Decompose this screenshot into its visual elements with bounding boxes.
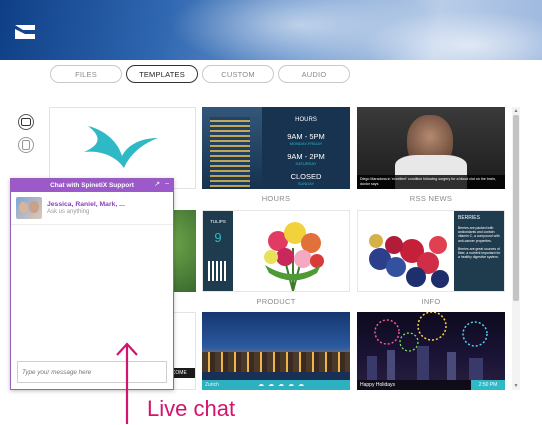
holiday-time: 2:50 PM [471,380,505,390]
qr-code-icon [208,261,228,281]
hours-row-3-days: SUNDAY [297,181,315,186]
scroll-down-icon[interactable]: ▼ [513,383,519,389]
template-tile-zurich[interactable]: Zurich ☁☁☁☁☁ [202,312,350,390]
product-sidebar: TULIPS 9 [203,211,233,291]
tab-custom[interactable]: CUSTOM [202,65,274,83]
template-tile-rss-news[interactable]: Diego Maradona in 'excellent' condition … [357,107,505,189]
agents-avatar [16,197,42,219]
portrait-icon [22,140,30,150]
live-chat-widget: Chat with SpinetiX Support ↗ – Jessica, … [10,178,174,390]
chat-controls: ↗ – [154,180,169,188]
berries-image [369,234,449,288]
chat-title: Chat with SpinetiX Support [50,182,134,189]
rss-news-label: RSS NEWS [409,194,453,203]
annotation-arrow-icon [116,342,138,424]
product-name: TULIPS [210,219,226,224]
scrollbar-thumb[interactable] [513,115,519,301]
zurich-skyline [202,352,350,372]
avatar-face [19,202,28,213]
spinetix-logo-icon[interactable] [14,24,36,40]
hours-label: HOURS [261,194,291,203]
agent-names: Jessica, Raniel, Mark, ... [47,201,125,208]
chat-agents: Jessica, Raniel, Mark, ... Ask us anythi… [11,192,173,225]
portrait-view-button[interactable] [18,137,34,153]
tab-templates[interactable]: TEMPLATES [126,65,198,83]
template-tile-hours[interactable]: HOURS 9AM - 5PM MONDAY-FRIDAY 9AM - 2PM … [202,107,350,189]
app-header [0,0,542,60]
weather-icons: ☁☁☁☁☁ [258,382,308,388]
spinetix-templates-page: FILES TEMPLATES CUSTOM AUDIO HOURS 9AM -… [0,0,542,425]
template-tile-info[interactable]: BERRIES Berries are packed with antioxid… [357,210,505,292]
info-panel: BERRIES Berries are packed with antioxid… [454,211,504,291]
live-chat-annotation: Live chat [147,396,236,421]
info-heading: BERRIES [458,215,480,221]
agents-text: Jessica, Raniel, Mark, ... Ask us anythi… [47,201,125,215]
hours-row-1-days: MONDAY-FRIDAY [289,141,323,146]
template-tile-product[interactable]: TULIPS 9 [202,210,350,292]
zurich-footer-bar: Zurich ☁☁☁☁☁ [202,380,350,390]
product-label: PRODUCT [256,297,296,306]
agent-subtitle: Ask us anything [47,209,90,215]
tulip-bouquet-image [264,222,324,291]
landscape-icon [21,118,31,126]
tab-files[interactable]: FILES [50,65,122,83]
building-windows [210,117,250,187]
media-tabs: FILES TEMPLATES CUSTOM AUDIO [50,65,350,83]
avatar-face [29,201,39,213]
info-paragraph-2: Berries are great sources of fiber, a nu… [458,246,501,260]
hours-row-2-time: 9AM - 2PM [287,152,325,161]
rss-caption: Diego Maradona in 'excellent' condition … [357,175,505,189]
hours-row-3-time: CLOSED [290,172,322,181]
info-label: INFO [421,297,441,306]
holiday-caption: Happy Holidays [360,382,396,388]
product-price: 9 [214,230,222,245]
hours-building-image [202,107,262,189]
template-tile-logo[interactable] [49,107,196,189]
spinetix-swirl-icon [84,126,158,168]
grid-scrollbar[interactable]: ▲ ▼ [512,107,520,390]
hours-row-1-time: 9AM - 5PM [287,132,325,141]
tab-audio[interactable]: AUDIO [278,65,350,83]
template-tile-holidays[interactable]: Happy Holidays 2:50 PM [357,312,505,390]
landscape-view-button[interactable] [18,114,34,130]
minimize-icon[interactable]: – [165,180,169,188]
popout-icon[interactable]: ↗ [154,180,160,188]
fireworks-image [367,312,488,380]
info-paragraph-1: Berries are packed with antioxidants and… [458,226,500,243]
scroll-up-icon[interactable]: ▲ [513,108,519,114]
holiday-footer-bar: Happy Holidays 2:50 PM [357,380,505,390]
hours-row-2-days: SATURDAY [295,161,317,166]
chat-message-input[interactable] [17,361,167,383]
chat-header[interactable]: Chat with SpinetiX Support ↗ – [11,179,173,192]
hours-heading: HOURS [295,117,317,123]
hours-panel: HOURS 9AM - 5PM MONDAY-FRIDAY 9AM - 2PM … [262,107,350,189]
zurich-caption: Zurich [205,382,219,388]
